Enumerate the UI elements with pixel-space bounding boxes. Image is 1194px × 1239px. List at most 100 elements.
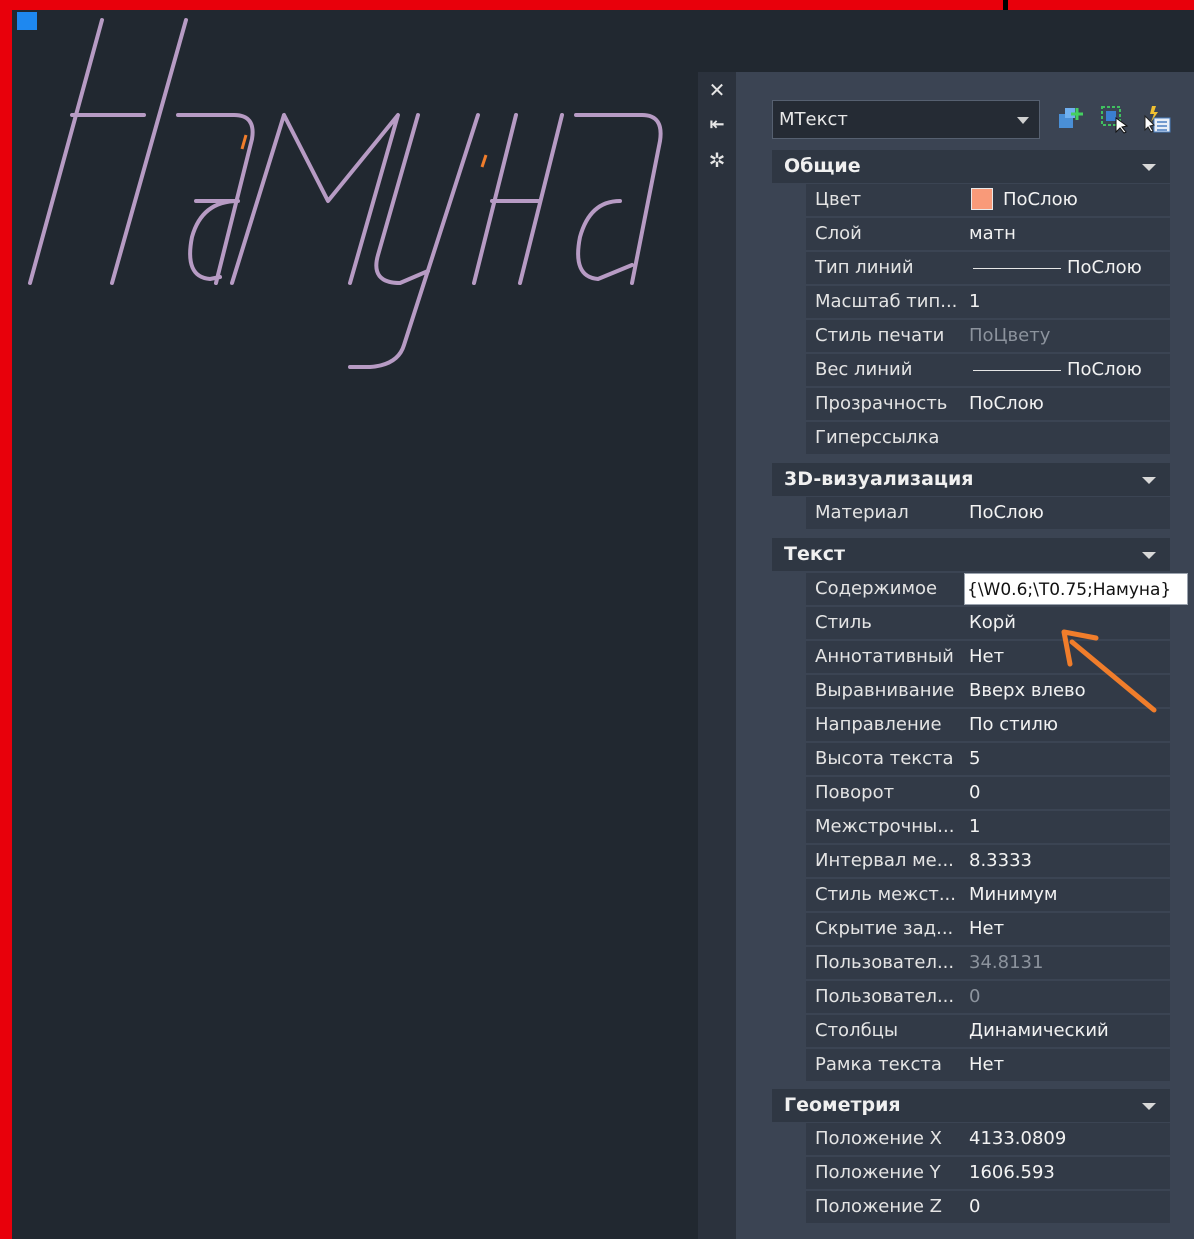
chevron-down-icon bbox=[1142, 477, 1156, 484]
prop-value[interactable]: матн bbox=[964, 218, 1170, 250]
prop-row-defined-width[interactable]: Пользовател... 34.8131 bbox=[806, 947, 1170, 979]
prop-value[interactable]: Динамический bbox=[964, 1015, 1170, 1047]
prop-row-line-spacing-style[interactable]: Стиль межст... Минимум bbox=[806, 879, 1170, 911]
prop-value[interactable]: Нет bbox=[964, 913, 1170, 945]
prop-row-layer[interactable]: Слой матн bbox=[806, 218, 1170, 250]
color-swatch-icon bbox=[971, 187, 993, 210]
object-type-value: МТекст bbox=[779, 109, 848, 130]
prop-row-columns[interactable]: Столбцы Динамический bbox=[806, 1015, 1170, 1047]
section-geometry-title: Геометрия bbox=[784, 1094, 901, 1116]
prop-value[interactable]: Минимум bbox=[964, 879, 1170, 911]
drawing-text-namuna[interactable] bbox=[20, 15, 680, 385]
prop-key: Цвет bbox=[815, 189, 862, 210]
prop-value[interactable]: 1606.593 bbox=[964, 1157, 1170, 1189]
prop-key: Высота текста bbox=[815, 748, 954, 769]
prop-value[interactable] bbox=[964, 422, 1170, 454]
prop-row-position-z[interactable]: Положение Z 0 bbox=[806, 1191, 1170, 1223]
lineweight-value: ПоСлою bbox=[1067, 359, 1142, 380]
linetype-sample-icon bbox=[973, 267, 1061, 269]
prop-key: Аннотативный bbox=[815, 646, 954, 667]
prop-key: Выравнивание bbox=[815, 680, 955, 701]
prop-row-material[interactable]: Материал ПоСлою bbox=[806, 497, 1170, 529]
section-text[interactable]: Текст bbox=[772, 538, 1170, 571]
prop-key: Гиперссылка bbox=[815, 427, 940, 448]
top-edge-marker bbox=[1003, 0, 1008, 10]
prop-row-text-height[interactable]: Высота текста 5 bbox=[806, 743, 1170, 775]
prop-value[interactable]: 1 bbox=[964, 811, 1170, 843]
chevron-down-icon bbox=[1142, 1103, 1156, 1110]
prop-row-background-mask[interactable]: Скрытие зад... Нет bbox=[806, 913, 1170, 945]
prop-key: Пользовател... bbox=[815, 952, 955, 973]
prop-value[interactable]: ПоСлою bbox=[964, 184, 1170, 216]
prop-row-line-spacing-distance[interactable]: Интервал ме... 8.3333 bbox=[806, 845, 1170, 877]
annotation-arrow-icon bbox=[1061, 629, 1157, 713]
prop-key: Положение Y bbox=[815, 1162, 941, 1183]
prop-value[interactable]: 0 bbox=[964, 777, 1170, 809]
prop-key: Прозрачность bbox=[815, 393, 948, 414]
properties-settings-icon[interactable]: ✲ bbox=[705, 148, 729, 172]
prop-key: Интервал ме... bbox=[815, 850, 954, 871]
prop-value[interactable]: 1 bbox=[964, 286, 1170, 318]
color-value: ПоСлою bbox=[1003, 189, 1078, 210]
selection-grip[interactable] bbox=[17, 12, 37, 30]
prop-key: Поворот bbox=[815, 782, 895, 803]
prop-row-plot-style[interactable]: Стиль печати ПоЦвету bbox=[806, 320, 1170, 352]
prop-row-rotation[interactable]: Поворот 0 bbox=[806, 777, 1170, 809]
prop-value[interactable]: ПоСлою bbox=[964, 252, 1170, 284]
prop-row-color[interactable]: Цвет ПоСлою bbox=[806, 184, 1170, 216]
prop-value: 0 bbox=[964, 981, 1170, 1013]
section-geometry[interactable]: Геометрия bbox=[772, 1089, 1170, 1122]
prop-row-defined-height[interactable]: Пользовател... 0 bbox=[806, 981, 1170, 1013]
prop-row-hyperlink[interactable]: Гиперссылка bbox=[806, 422, 1170, 454]
chevron-down-icon bbox=[1017, 117, 1029, 124]
prop-key: Стиль межст... bbox=[815, 884, 957, 905]
object-type-dropdown[interactable]: МТекст bbox=[772, 100, 1040, 139]
prop-row-linetype[interactable]: Тип линий ПоСлою bbox=[806, 252, 1170, 284]
contents-edit-field[interactable]: {\W0.6;\T0.75;Намуна} bbox=[964, 573, 1188, 605]
section-3d-visualization[interactable]: 3D-визуализация bbox=[772, 463, 1170, 496]
toggle-pickadd-icon[interactable] bbox=[1055, 104, 1085, 134]
prop-key: Стиль bbox=[815, 612, 872, 633]
prop-key: Положение X bbox=[815, 1128, 942, 1149]
prop-key: Пользовател... bbox=[815, 986, 955, 1007]
prop-value: ПоЦвету bbox=[964, 320, 1170, 352]
section-general-title: Общие bbox=[784, 155, 861, 177]
prop-row-transparency[interactable]: Прозрачность ПоСлою bbox=[806, 388, 1170, 420]
prop-value[interactable]: 0 bbox=[964, 1191, 1170, 1223]
prop-value[interactable]: ПоСлою bbox=[964, 497, 1170, 529]
prop-value[interactable]: Нет bbox=[964, 1049, 1170, 1081]
prop-key: Материал bbox=[815, 502, 909, 523]
close-icon[interactable]: ✕ bbox=[705, 78, 729, 102]
prop-key: Рамка текста bbox=[815, 1054, 942, 1075]
chevron-down-icon bbox=[1142, 552, 1156, 559]
prop-key: Масштаб тип... bbox=[815, 291, 958, 312]
prop-row-position-x[interactable]: Положение X 4133.0809 bbox=[806, 1123, 1170, 1155]
prop-row-position-y[interactable]: Положение Y 1606.593 bbox=[806, 1157, 1170, 1189]
prop-row-text-frame[interactable]: Рамка текста Нет bbox=[806, 1049, 1170, 1081]
prop-key: Стиль печати bbox=[815, 325, 945, 346]
prop-value[interactable]: ПоСлою bbox=[964, 388, 1170, 420]
section-general[interactable]: Общие bbox=[772, 150, 1170, 183]
quick-select-icon[interactable] bbox=[1142, 104, 1172, 134]
chevron-down-icon bbox=[1142, 164, 1156, 171]
prop-value[interactable]: 5 bbox=[964, 743, 1170, 775]
lineweight-sample-icon bbox=[973, 369, 1061, 371]
prop-row-line-spacing-factor[interactable]: Межстрочны... 1 bbox=[806, 811, 1170, 843]
prop-key: Вес линий bbox=[815, 359, 913, 380]
prop-value[interactable]: 4133.0809 bbox=[964, 1123, 1170, 1155]
prop-key: Направление bbox=[815, 714, 942, 735]
linetype-value: ПоСлою bbox=[1067, 257, 1142, 278]
section-3d-title: 3D-визуализация bbox=[784, 468, 974, 490]
prop-key: Содержимое bbox=[815, 578, 938, 599]
prop-value[interactable]: ПоСлою bbox=[964, 354, 1170, 386]
prop-row-contents[interactable]: Содержимое {\W0.6;\T0.75;Намуна} bbox=[806, 573, 1188, 605]
prop-key: Тип линий bbox=[815, 257, 914, 278]
prop-row-lineweight[interactable]: Вес линий ПоСлою bbox=[806, 354, 1170, 386]
section-text-title: Текст bbox=[784, 543, 846, 565]
select-objects-icon[interactable] bbox=[1099, 104, 1129, 134]
palette-title-strip bbox=[698, 72, 736, 1239]
autohide-icon[interactable]: ⇤ bbox=[705, 113, 729, 137]
prop-row-linetype-scale[interactable]: Масштаб тип... 1 bbox=[806, 286, 1170, 318]
prop-value[interactable]: 8.3333 bbox=[964, 845, 1170, 877]
prop-key: Скрытие зад... bbox=[815, 918, 954, 939]
